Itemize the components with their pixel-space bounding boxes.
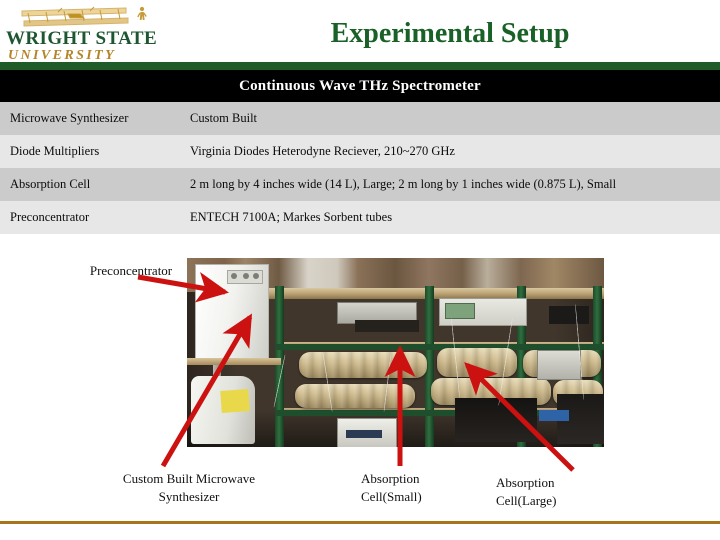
page-header: WRIGHT STATE UNIVERSITY Experimental Set…	[0, 0, 720, 63]
lab-bench-photo	[187, 258, 604, 447]
table-row: Absorption Cell 2 m long by 4 inches wid…	[0, 168, 720, 201]
university-logo: WRIGHT STATE UNIVERSITY	[6, 2, 171, 63]
photo-oscilloscope	[537, 350, 581, 380]
description-cell: ENTECH 7100A; Markes Sorbent tubes	[190, 210, 393, 224]
component-cell: Preconcentrator	[10, 210, 90, 224]
university-wordmark: WRIGHT STATE	[6, 28, 158, 49]
component-cell: Absorption Cell	[10, 177, 91, 191]
photo-equipment-box	[539, 410, 569, 421]
photo-background	[187, 258, 604, 447]
figure-area: Preconcentrator Custom Built Microwave S…	[0, 238, 720, 528]
callout-label-absorption-cell-large: Absorption Cell(Large)	[496, 475, 557, 508]
description-cell: 2 m long by 4 inches wide (14 L), Large;…	[190, 177, 617, 191]
photo-rack-instrument	[355, 320, 419, 332]
photo-jug-warning-label	[220, 389, 250, 413]
page-title: Experimental Setup	[330, 18, 570, 49]
spectrometer-spec-table: Continuous Wave THz Spectrometer Microwa…	[0, 70, 720, 234]
description-cell: Custom Built	[190, 111, 258, 125]
callout-label-preconcentrator: Preconcentrator	[89, 263, 173, 278]
photo-absorption-cell-tube	[299, 352, 427, 378]
photo-equipment-box	[455, 398, 537, 442]
callout-label-absorption-cell-small: Absorption Cell(Small)	[361, 471, 422, 504]
photo-preconcentrator-knob	[243, 273, 249, 279]
photo-instrument-display	[445, 303, 475, 319]
walking-figure-icon	[137, 6, 147, 20]
callout-label-microwave-synthesizer: Custom Built Microwave Synthesizer	[122, 471, 256, 504]
table-row: Preconcentrator ENTECH 7100A; Markes Sor…	[0, 201, 720, 234]
header-green-divider	[0, 62, 720, 70]
photo-absorption-cell-tube	[295, 384, 415, 408]
description-cell: Virginia Diodes Heterodyne Reciever, 210…	[190, 144, 455, 158]
component-cell: Diode Multipliers	[10, 144, 100, 158]
photo-equipment-box	[337, 418, 397, 447]
photo-rack-instrument	[549, 306, 589, 324]
table-row: Microwave Synthesizer Custom Built	[0, 102, 720, 135]
photo-preconcentrator-shelf	[187, 358, 281, 365]
table-row: Diode Multipliers Virginia Diodes Hetero…	[0, 135, 720, 168]
photo-preconcentrator-knob	[253, 273, 259, 279]
photo-preconcentrator-knob	[231, 273, 237, 279]
component-cell: Microwave Synthesizer	[10, 111, 129, 125]
footer-gold-divider	[0, 521, 720, 524]
table-caption: Continuous Wave THz Spectrometer	[0, 70, 720, 102]
